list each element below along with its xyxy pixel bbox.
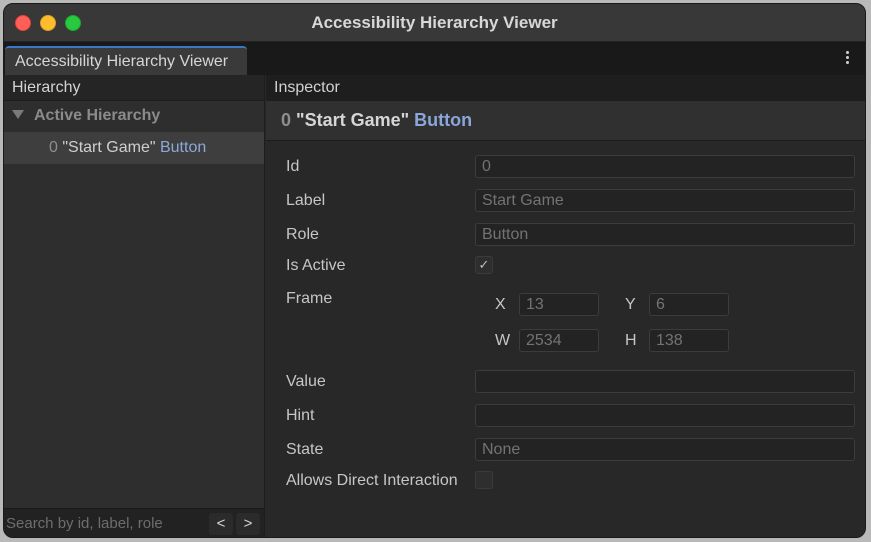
search-input[interactable] (6, 513, 204, 534)
hierarchy-panel: Hierarchy Active Hierarchy 0 "Start Game… (4, 75, 265, 537)
frame-h-field[interactable]: 138 (649, 329, 729, 352)
role-field[interactable]: Button (475, 223, 855, 246)
inspector-header: Inspector (266, 75, 865, 101)
disclosure-triangle-icon[interactable] (12, 110, 24, 119)
window-title: Accessibility Hierarchy Viewer (311, 13, 558, 32)
id-field[interactable]: 0 (475, 155, 855, 178)
more-options-icon[interactable] (846, 51, 850, 65)
frame-x-field[interactable]: 13 (519, 293, 599, 316)
value-field[interactable] (475, 370, 855, 393)
value-label: Value (286, 373, 326, 390)
allows-direct-interaction-checkbox[interactable] (475, 471, 493, 489)
tab-accessibility-hierarchy-viewer[interactable]: Accessibility Hierarchy Viewer (5, 46, 247, 75)
frame-y-field[interactable]: 6 (649, 293, 729, 316)
frame-x-label: X (495, 296, 506, 313)
inspector-panel: Inspector 0 "Start Game" Button Id 0 Lab… (266, 75, 865, 537)
frame-w-field[interactable]: 2534 (519, 329, 599, 352)
inspector-title-id: 0 (281, 110, 292, 130)
inspector-title: 0 "Start Game" Button (266, 101, 865, 141)
tab-bar: Accessibility Hierarchy Viewer (4, 42, 865, 75)
id-label: Id (286, 158, 300, 175)
hint-label: Hint (286, 407, 315, 424)
is-active-label: Is Active (286, 257, 346, 274)
search-bar: < > (4, 508, 264, 537)
hint-field[interactable] (475, 404, 855, 427)
frame-h-label: H (625, 332, 637, 349)
label-field[interactable]: Start Game (475, 189, 855, 212)
next-result-button[interactable]: > (236, 513, 260, 535)
inspector-title-label: "Start Game" (296, 110, 410, 130)
state-field[interactable]: None (475, 438, 855, 461)
frame-y-label: Y (625, 296, 636, 313)
label-label: Label (286, 192, 326, 209)
tree-item-start-game[interactable]: 0 "Start Game" Button (4, 132, 264, 164)
tree-item-label: "Start Game" (62, 139, 156, 156)
app-window: Accessibility Hierarchy Viewer Accessibi… (3, 3, 866, 538)
previous-result-button[interactable]: < (209, 513, 233, 535)
tree-group-active-hierarchy[interactable]: Active Hierarchy (4, 101, 264, 132)
state-label: State (286, 441, 324, 458)
frame-w-label: W (495, 332, 511, 349)
hierarchy-header: Hierarchy (4, 75, 264, 101)
is-active-checkbox[interactable]: ✓ (475, 256, 493, 274)
tree-item-role: Button (159, 139, 207, 156)
inspector-title-role: Button (414, 110, 473, 130)
allows-direct-interaction-label: Allows Direct Interaction (286, 472, 458, 489)
tree-group-label: Active Hierarchy (34, 107, 161, 124)
frame-label: Frame (286, 290, 333, 307)
role-label: Role (286, 226, 319, 243)
tree-item-id: 0 (49, 139, 58, 156)
title-bar: Accessibility Hierarchy Viewer (4, 4, 865, 42)
